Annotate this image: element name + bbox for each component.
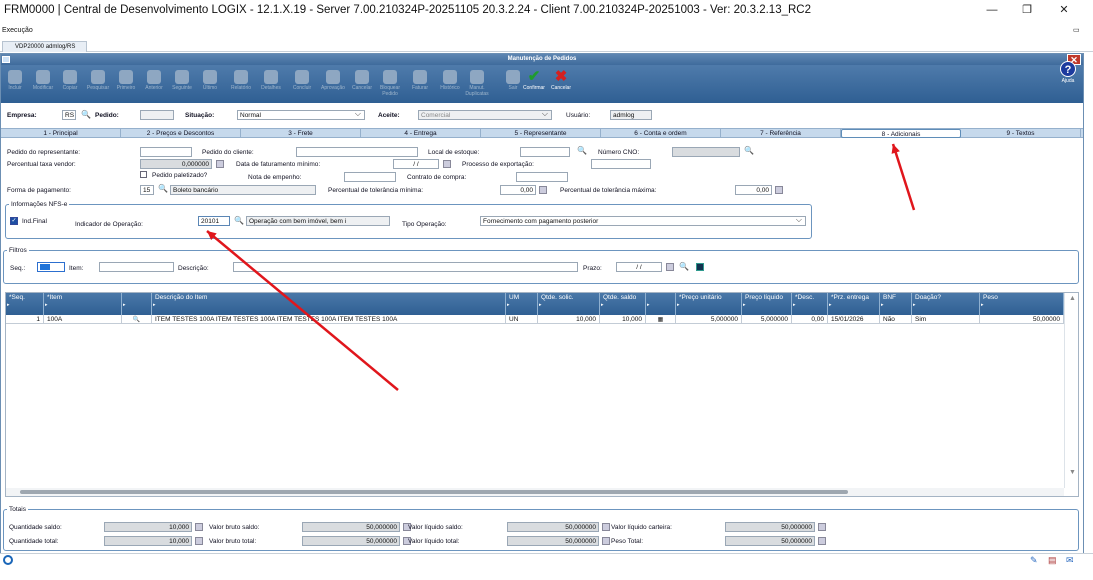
annotation-arrow-1 xyxy=(891,143,916,211)
annotation-arrow-2 xyxy=(206,230,399,391)
annotation-arrows xyxy=(206,143,916,391)
annotation-arrowhead-1 xyxy=(891,144,900,154)
